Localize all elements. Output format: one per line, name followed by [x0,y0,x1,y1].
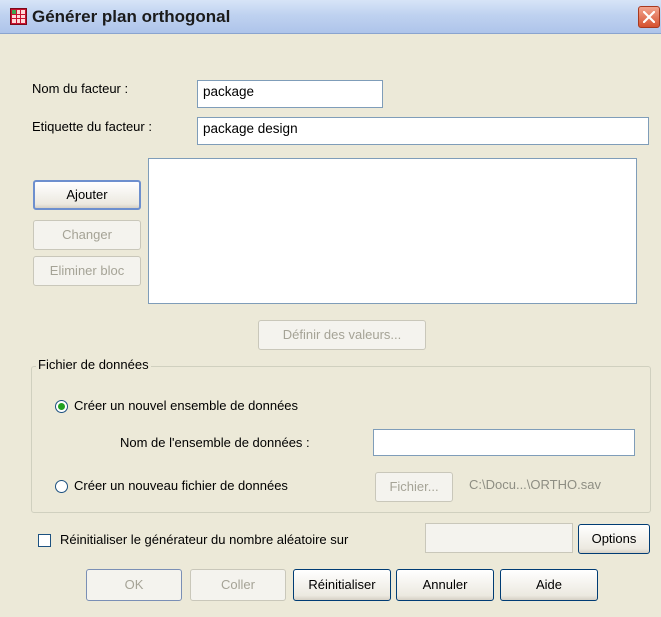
factor-label-label: Etiquette du facteur : [32,119,152,134]
factor-list[interactable] [148,158,637,304]
paste-button[interactable]: Coller [190,569,286,601]
data-file-group-title: Fichier de données [36,357,151,372]
title-bar[interactable]: Générer plan orthogonal [0,0,661,34]
dataset-name-input[interactable] [373,429,635,456]
file-path-text: C:\Docu...\ORTHO.sav [469,477,601,492]
options-button[interactable]: Options [578,524,650,554]
dataset-name-label: Nom de l'ensemble de données : [120,435,310,450]
new-dataset-label[interactable]: Créer un nouvel ensemble de données [74,398,298,413]
cancel-button[interactable]: Annuler [396,569,494,601]
window-title: Générer plan orthogonal [32,7,231,26]
reset-seed-checkbox[interactable] [38,534,51,547]
dialog-window: Générer plan orthogonal Nom du facteur :… [0,0,661,617]
factor-name-label: Nom du facteur : [32,81,129,96]
close-button[interactable] [638,6,660,28]
new-file-label[interactable]: Créer un nouveau fichier de données [74,478,288,493]
change-button[interactable]: Changer [33,220,141,250]
add-button[interactable]: Ajouter [33,180,141,210]
new-file-radio[interactable] [55,480,68,493]
reset-button[interactable]: Réinitialiser [293,569,391,601]
spss-grid-icon [10,8,27,25]
reset-seed-label[interactable]: Réinitialiser le générateur du nombre al… [60,532,348,547]
help-button[interactable]: Aide [500,569,598,601]
file-button[interactable]: Fichier... [375,472,453,502]
factor-label-input[interactable]: package design [197,117,649,145]
define-values-button[interactable]: Définir des valeurs... [258,320,426,350]
ok-button[interactable]: OK [86,569,182,601]
seed-value-input[interactable] [425,523,573,553]
factor-name-input[interactable]: package [197,80,383,108]
new-dataset-radio[interactable] [55,400,68,413]
close-icon [643,11,655,23]
remove-block-button[interactable]: Eliminer bloc [33,256,141,286]
